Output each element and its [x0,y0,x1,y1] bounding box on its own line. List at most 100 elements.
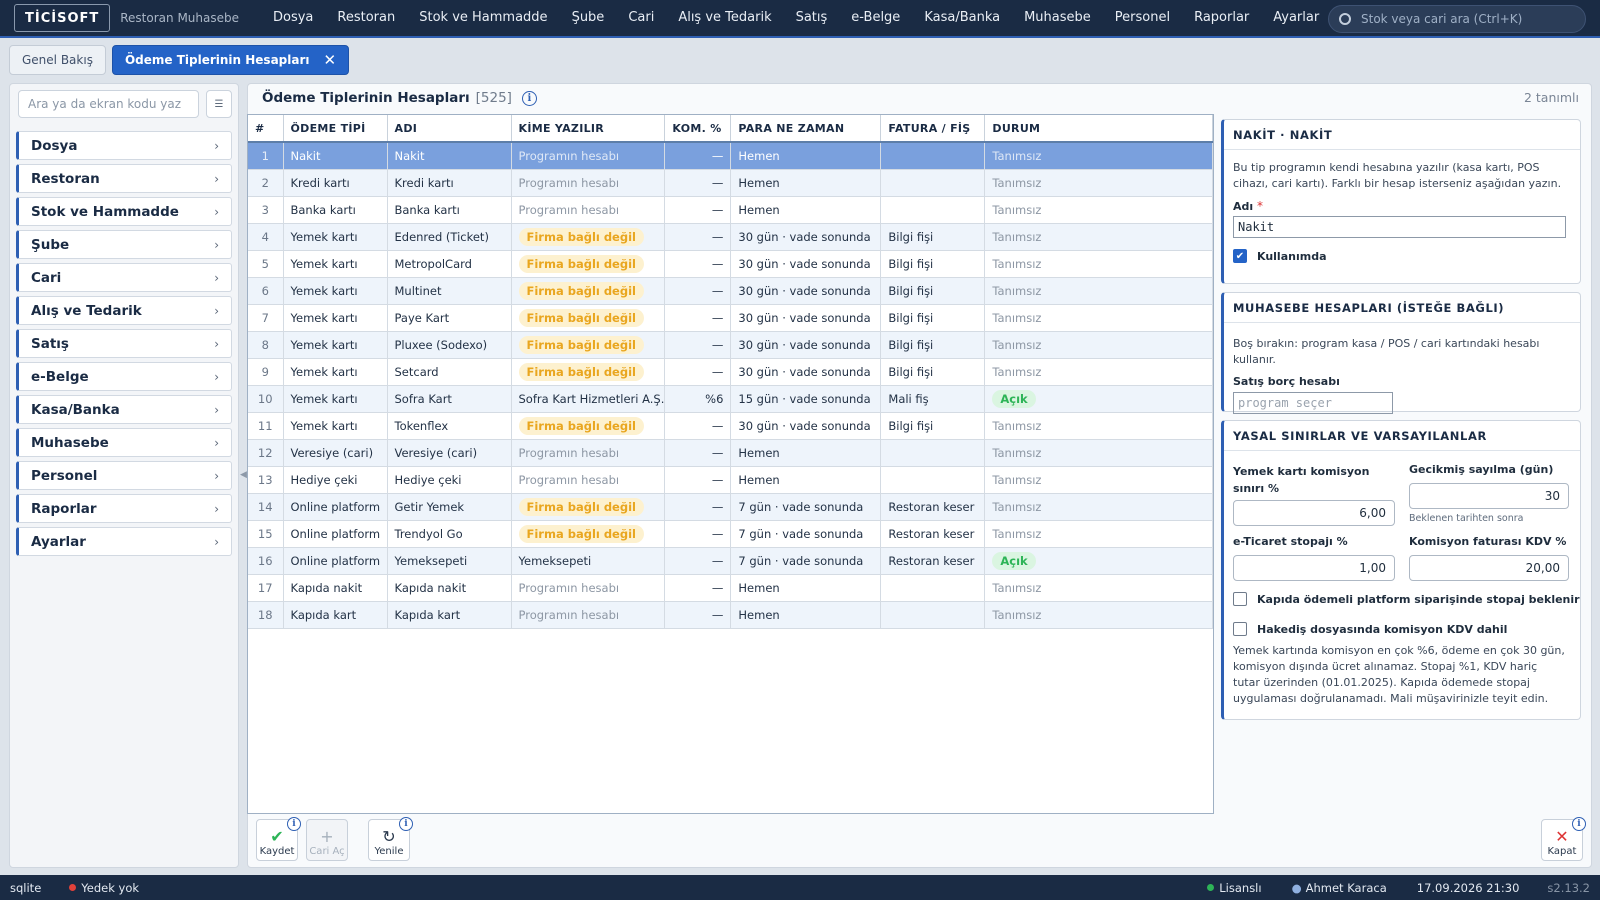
collapse-sidebar-icon[interactable]: ◀ [240,470,247,480]
sidebar-item-dosya[interactable]: Dosya › [16,131,232,160]
table-row[interactable]: 10 Yemek kartı Sofra Kart Sofra Kart Hizmet… [248,385,1213,413]
menu-ebelge[interactable]: e-Belge [839,0,912,36]
cell-to: Firma bağlı değil [511,331,666,359]
table-row[interactable]: 5 Yemek kartı MetropolCard Firma bağlı deği… [248,250,1213,278]
sidebar-item-restoran[interactable]: Restoran › [16,164,232,193]
menu-ayarlar[interactable]: Ayarlar [1261,0,1331,36]
close-button[interactable]: ✕ Kapat i [1541,817,1586,861]
table-row[interactable]: 2 Kredi kartı Kredi kartı Programın hesabı —… [248,169,1213,197]
chevron-right-icon: › [214,336,219,351]
brand-logo[interactable]: TİCİSOFT [14,4,111,32]
sidebar-item-kasa[interactable]: Kasa/Banka › [16,395,232,424]
sidebar-item-ebelge[interactable]: e-Belge › [16,362,232,391]
sidebar-item-sube[interactable]: Şube › [16,230,232,259]
table-row[interactable]: 1 Nakit Nakit Programın hesabı — Hemen Tanımsı… [248,142,1213,170]
name-input[interactable]: Nakit [1233,216,1566,238]
table-row[interactable]: 4 Yemek kartı Edenred (Ticket) Firma bağlı … [248,223,1213,251]
kdv-check-row[interactable]: Hakediş dosyasında komisyon KDV dahil [1224,622,1507,636]
table-row[interactable]: 17 Kapıda nakit Kapıda nakit Programın hesa… [248,574,1213,602]
checkbox-unchecked-icon[interactable] [1233,592,1247,606]
chevron-right-icon: › [214,501,219,516]
sidebar-item-cari[interactable]: Cari › [16,263,232,292]
menu-restoran[interactable]: Restoran [325,0,407,36]
save-button[interactable]: ✔ Kaydet i [256,817,301,861]
col-header-to[interactable]: KİME YAZILIR [511,115,666,143]
kdv-input[interactable]: 20,00 [1409,555,1569,581]
sidebar-item-satis[interactable]: Satış › [16,329,232,358]
chevron-right-icon: › [214,303,219,318]
sidebar-search-input[interactable]: Ara ya da ekran kodu yaz [18,90,199,118]
table-row[interactable]: 18 Kapıda kart Kapıda kart Programın hesabı… [248,601,1213,629]
col-header-no[interactable]: # [248,115,284,143]
cell-status: Tanımsız [984,574,1213,602]
menu-alis[interactable]: Alış ve Tedarik [666,0,783,36]
sidebar-item-muhasebe[interactable]: Muhasebe › [16,428,232,457]
table-row[interactable]: 7 Yemek kartı Paye Kart Firma bağlı değil —3… [248,304,1213,332]
info-icon[interactable]: i [287,817,301,831]
col-header-name[interactable]: ADI [387,115,512,143]
info-icon[interactable]: i [1572,817,1586,831]
tab-bar: Genel Bakış Ödeme Tiplerinin Hesapları ✕ [0,40,1600,80]
cell-to: Programın hesabı [511,466,666,494]
withholding-check-row[interactable]: Kapıda ödemeli platform siparişinde stop… [1224,592,1580,606]
cell-when: 30 gün · vade sonunda [730,277,882,305]
table-row[interactable]: 8 Yemek kartı Pluxee (Sodexo) Firma bağlı d… [248,331,1213,359]
menu-satis[interactable]: Satış [784,0,840,36]
menu-muhasebe[interactable]: Muhasebe [1012,0,1103,36]
cell-invoice: Bilgi fişi [880,358,986,386]
cell-name: MetropolCard [387,250,512,278]
checkbox-checked-icon[interactable]: ✔ [1233,249,1247,263]
menu-kasa[interactable]: Kasa/Banka [912,0,1012,36]
menu-dosya[interactable]: Dosya [261,0,325,36]
in-use-row[interactable]: ✔ Kullanımda [1224,249,1580,263]
sidebar-item-personel[interactable]: Personel › [16,461,232,490]
table-row[interactable]: 13 Hediye çeki Hediye çeki Programın hesabı… [248,466,1213,494]
withholding-input[interactable]: 1,00 [1233,555,1395,581]
menu-raporlar[interactable]: Raporlar [1182,0,1261,36]
cell-status: Tanımsız [984,358,1213,386]
col-header-type[interactable]: ÖDEME TİPİ [283,115,388,143]
sidebar-item-alis[interactable]: Alış ve Tedarik › [16,296,232,325]
sidebar-item-label: Personel [31,467,98,484]
table-row[interactable]: 12 Veresiye (cari) Veresiye (cari) Programı… [248,439,1213,467]
commission-label: Yemek kartı komisyon sınırı % [1233,465,1370,495]
global-search-input[interactable]: Stok veya cari ara (Ctrl+K) [1328,5,1586,33]
close-icon[interactable]: ✕ [324,51,337,69]
info-icon[interactable]: i [399,817,413,831]
info-icon[interactable]: i [521,90,537,106]
table-row[interactable]: 6 Yemek kartı Multinet Firma bağlı değil —30… [248,277,1213,305]
overdue-input[interactable]: 30 [1409,483,1569,509]
sidebar-item-stok[interactable]: Stok ve Hammadde › [16,197,232,226]
tab-overview[interactable]: Genel Bakış [9,45,106,75]
sidebar-item-raporlar[interactable]: Raporlar › [16,494,232,523]
cell-type: Online platform [283,547,388,575]
sales-debit-input[interactable]: program seçer [1233,392,1393,414]
open-account-button[interactable]: + Cari Aç [306,819,348,861]
col-header-kom[interactable]: KOM. % [664,115,732,143]
tab-payment-accounts[interactable]: Ödeme Tiplerinin Hesapları ✕ [111,45,350,75]
menu-cari[interactable]: Cari [616,0,666,36]
col-header-status[interactable]: DURUM [984,115,1213,143]
table-row[interactable]: 11 Yemek kartı Tokenflex Firma bağlı değil —… [248,412,1213,440]
col-header-invoice[interactable]: FATURA / FİŞ [880,115,986,143]
user-status[interactable]: ● Ahmet Karaca [1292,881,1387,895]
checkbox-unchecked-icon[interactable] [1233,622,1247,636]
menu-personel[interactable]: Personel [1103,0,1182,36]
cell-when: Hemen [730,439,882,467]
cell-status: Tanımsız [984,601,1213,629]
sidebar-item-ayarlar[interactable]: Ayarlar › [16,527,232,556]
menu-stok[interactable]: Stok ve Hammadde [407,0,559,36]
table-row[interactable]: 15 Online platform Trendyol Go Firma bağlı … [248,520,1213,548]
table-header: # ÖDEME TİPİ ADI KİME YAZILIR KOM. % PAR… [248,115,1213,143]
chevron-right-icon: › [214,138,219,153]
list-icon[interactable]: ☰ [206,90,232,118]
commission-input[interactable]: 6,00 [1233,500,1395,526]
col-header-when[interactable]: PARA NE ZAMAN [730,115,882,143]
table-row[interactable]: 16 Online platform Yemeksepeti Yemeksepeti —… [248,547,1213,575]
table-row[interactable]: 9 Yemek kartı Setcard Firma bağlı değil —30 … [248,358,1213,386]
table-row[interactable]: 3 Banka kartı Banka kartı Programın hesabı —… [248,196,1213,224]
refresh-button[interactable]: ↻ Yenile i [368,817,413,861]
table-row[interactable]: 14 Online platform Getir Yemek Firma bağlı … [248,493,1213,521]
menu-sube[interactable]: Şube [560,0,617,36]
backup-status: Yedek yok [69,881,139,895]
